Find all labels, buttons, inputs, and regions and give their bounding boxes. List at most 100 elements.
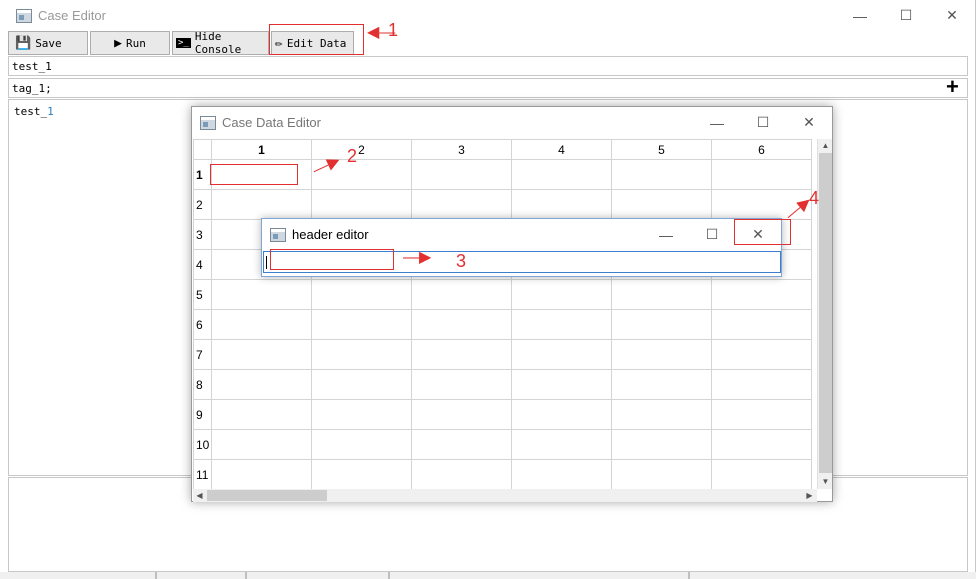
- background-divider: [245, 572, 247, 579]
- grid-cell[interactable]: [511, 459, 612, 489]
- grid-cell[interactable]: [411, 429, 512, 460]
- floppy-disk-icon: 💾: [15, 35, 32, 51]
- row-header[interactable]: 8: [193, 369, 212, 400]
- case-name-field[interactable]: test_1: [8, 56, 968, 76]
- grid-cell[interactable]: [211, 399, 312, 430]
- grid-cell[interactable]: [611, 309, 712, 340]
- grid-cell[interactable]: [611, 429, 712, 460]
- window-title: Case Editor: [38, 8, 106, 23]
- tags-field[interactable]: tag_1;: [8, 78, 968, 98]
- grid-cell[interactable]: [711, 369, 812, 400]
- grid-cell[interactable]: [611, 459, 712, 489]
- row-header[interactable]: 3: [193, 219, 212, 250]
- annotation-label: 4: [809, 188, 820, 208]
- vertical-scrollbar[interactable]: ▲ ▼: [817, 139, 832, 489]
- grid-cell[interactable]: [611, 159, 712, 190]
- grid-cell[interactable]: [511, 339, 612, 370]
- grid-cell[interactable]: [311, 189, 412, 220]
- scroll-left-arrow-icon[interactable]: ◀: [193, 489, 206, 502]
- maximize-button[interactable]: ☐: [689, 219, 735, 250]
- minimize-button[interactable]: —: [837, 0, 883, 31]
- row-header[interactable]: 7: [193, 339, 212, 370]
- close-button[interactable]: ✕: [786, 107, 832, 138]
- maximize-button[interactable]: ☐: [740, 107, 786, 138]
- grid-cell[interactable]: [511, 399, 612, 430]
- column-header[interactable]: 4: [511, 139, 612, 160]
- grid-cell[interactable]: [411, 279, 512, 310]
- grid-cell[interactable]: [211, 309, 312, 340]
- grid-cell[interactable]: [311, 369, 412, 400]
- title-bar[interactable]: Case Data Editor — ☐ ✕: [192, 107, 832, 138]
- grid-cell[interactable]: [411, 339, 512, 370]
- row-header[interactable]: 2: [193, 189, 212, 220]
- grid-cell[interactable]: [511, 309, 612, 340]
- row-header[interactable]: 6: [193, 309, 212, 340]
- grid-cell[interactable]: [411, 369, 512, 400]
- title-bar[interactable]: header editor — ☐ ✕: [262, 219, 781, 250]
- grid-cell[interactable]: [711, 459, 812, 489]
- grid-cell[interactable]: [611, 369, 712, 400]
- grid-cell[interactable]: [711, 159, 812, 190]
- grid-cell[interactable]: [711, 429, 812, 460]
- app-icon: [16, 8, 32, 23]
- grid-cell[interactable]: [211, 339, 312, 370]
- column-header[interactable]: 5: [611, 139, 712, 160]
- row-header[interactable]: 1: [193, 159, 212, 190]
- grid-cell[interactable]: [311, 339, 412, 370]
- grid-cell[interactable]: [411, 189, 512, 220]
- grid-cell[interactable]: [711, 339, 812, 370]
- corner-cell[interactable]: [193, 139, 212, 160]
- row-header[interactable]: 11: [193, 459, 212, 489]
- minimize-button[interactable]: —: [643, 219, 689, 250]
- column-header[interactable]: 3: [411, 139, 512, 160]
- grid-cell[interactable]: [211, 279, 312, 310]
- run-button[interactable]: ▶ Run: [90, 31, 170, 55]
- row-header[interactable]: 10: [193, 429, 212, 460]
- window-title: header editor: [292, 227, 369, 242]
- grid-cell[interactable]: [211, 189, 312, 220]
- horizontal-scrollbar[interactable]: ◀ ▶: [193, 489, 817, 502]
- hide-console-button[interactable]: >_ Hide Console: [172, 30, 269, 56]
- scroll-right-arrow-icon[interactable]: ▶: [803, 489, 816, 502]
- scroll-up-arrow-icon[interactable]: ▲: [819, 139, 832, 152]
- grid-cell[interactable]: [211, 429, 312, 460]
- row-header[interactable]: 5: [193, 279, 212, 310]
- grid-cell[interactable]: [411, 399, 512, 430]
- grid-cell[interactable]: [511, 279, 612, 310]
- grid-cell[interactable]: [611, 399, 712, 430]
- row-header[interactable]: 9: [193, 399, 212, 430]
- grid-cell[interactable]: [311, 309, 412, 340]
- column-header-row: 1 2 3 4 5 6: [193, 139, 812, 160]
- grid-cell[interactable]: [711, 279, 812, 310]
- grid-cell[interactable]: [211, 369, 312, 400]
- grid-cell[interactable]: [511, 429, 612, 460]
- grid-cell[interactable]: [611, 339, 712, 370]
- grid-cell[interactable]: [411, 459, 512, 489]
- maximize-button[interactable]: ☐: [883, 0, 929, 31]
- column-header[interactable]: 1: [211, 139, 312, 160]
- grid-cell[interactable]: [711, 399, 812, 430]
- grid-cell[interactable]: [311, 279, 412, 310]
- grid-cell[interactable]: [511, 369, 612, 400]
- grid-cell[interactable]: [311, 399, 412, 430]
- grid-cell[interactable]: [611, 279, 712, 310]
- close-button[interactable]: ✕: [929, 0, 975, 31]
- row-header[interactable]: 4: [193, 249, 212, 280]
- minimize-button[interactable]: —: [694, 107, 740, 138]
- vertical-scroll-thumb[interactable]: [819, 153, 832, 473]
- grid-cell[interactable]: [411, 159, 512, 190]
- grid-cell[interactable]: [311, 459, 412, 489]
- title-bar[interactable]: Case Editor — ☐ ✕: [0, 0, 975, 31]
- column-header[interactable]: 6: [711, 139, 812, 160]
- grid-cell[interactable]: [511, 189, 612, 220]
- horizontal-scroll-thumb[interactable]: [207, 490, 327, 501]
- grid-cell[interactable]: [511, 159, 612, 190]
- add-tag-icon[interactable]: +: [946, 76, 959, 98]
- grid-cell[interactable]: [211, 459, 312, 489]
- scroll-down-arrow-icon[interactable]: ▼: [819, 475, 832, 488]
- grid-cell[interactable]: [711, 309, 812, 340]
- grid-cell[interactable]: [311, 429, 412, 460]
- save-button[interactable]: 💾 Save: [8, 31, 88, 55]
- grid-cell[interactable]: [411, 309, 512, 340]
- grid-cell[interactable]: [611, 189, 712, 220]
